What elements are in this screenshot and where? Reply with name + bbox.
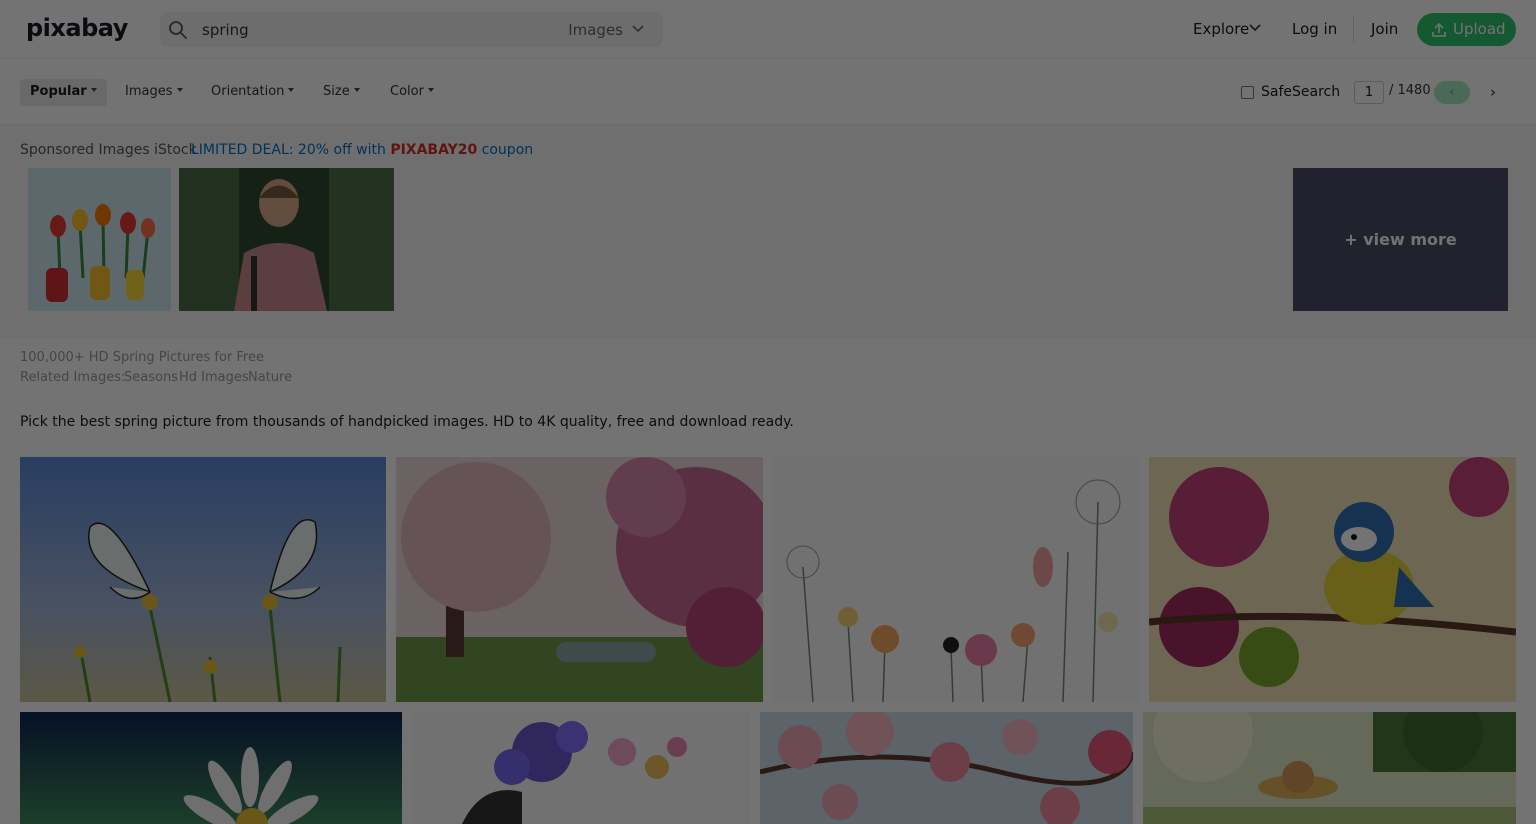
coupon-code: PIXABAY20 xyxy=(390,142,478,158)
search-icon xyxy=(169,21,187,39)
view-more-button[interactable]: + view more xyxy=(1293,168,1508,311)
nav-join[interactable]: Join xyxy=(1371,20,1398,38)
caret-down-icon xyxy=(353,87,360,92)
caret-down-icon xyxy=(90,87,97,92)
related-tag-hd-images[interactable]: Hd Images xyxy=(179,370,249,385)
deal-suffix: coupon xyxy=(481,142,534,158)
upload-icon xyxy=(1432,22,1446,37)
sponsored-image-tulips[interactable] xyxy=(28,168,171,311)
sponsored-image-hiker[interactable] xyxy=(179,168,394,311)
gallery-image-flower-head[interactable] xyxy=(412,712,750,824)
search-type-dropdown[interactable]: Images xyxy=(568,21,623,39)
filter-images[interactable]: Images xyxy=(115,79,193,106)
search-bar[interactable]: spring Images xyxy=(160,12,663,47)
search-input[interactable]: spring xyxy=(202,21,249,39)
upload-button[interactable]: Upload xyxy=(1417,13,1516,46)
flower-head-illustration xyxy=(412,712,750,824)
caret-down-icon xyxy=(176,87,183,92)
cherry-blossom-photo xyxy=(760,712,1133,824)
related-tag-seasons[interactable]: Seasons xyxy=(124,370,178,385)
blue-tit-photo xyxy=(1149,457,1516,702)
filter-label: Images xyxy=(125,84,173,99)
upload-label: Upload xyxy=(1453,20,1506,38)
related-images-label: Related Images: xyxy=(20,370,126,385)
daisy-photo xyxy=(20,712,402,824)
gallery-image-magnolia[interactable] xyxy=(396,457,763,702)
filter-label: Popular xyxy=(30,84,87,99)
filter-orientation[interactable]: Orientation xyxy=(201,79,304,106)
nav-explore[interactable]: Explore xyxy=(1193,20,1249,38)
caret-down-icon xyxy=(427,87,434,92)
sponsored-label: Sponsored Images iStock xyxy=(20,142,197,158)
page-number-input[interactable]: 1 xyxy=(1354,81,1384,104)
meadow-woman-photo xyxy=(1143,712,1516,824)
hiker-photo xyxy=(179,168,394,311)
caret-down-icon xyxy=(288,87,295,92)
gallery-image-meadow-woman[interactable] xyxy=(1143,712,1516,824)
sponsored-section: Sponsored Images iStock LIMITED DEAL: 20… xyxy=(0,125,1536,339)
safesearch-checkbox[interactable] xyxy=(1241,86,1254,99)
chevron-down-icon[interactable] xyxy=(1249,22,1261,34)
watercolor-flowers-illustration xyxy=(773,457,1139,702)
gallery-image-watercolor-flowers[interactable] xyxy=(773,457,1139,702)
filter-popular[interactable]: Popular xyxy=(20,79,107,106)
filter-label: Color xyxy=(390,84,424,99)
deal-prefix: LIMITED DEAL: 20% off with xyxy=(191,142,386,158)
page-total: / 1480 xyxy=(1389,83,1431,98)
filter-size[interactable]: Size xyxy=(313,79,370,106)
filter-label: Orientation xyxy=(211,84,285,99)
nav-divider xyxy=(1353,16,1354,43)
nav-login[interactable]: Log in xyxy=(1292,20,1337,38)
chevron-down-icon[interactable] xyxy=(631,22,645,36)
filter-label: Size xyxy=(323,84,350,99)
next-page-button[interactable]: › xyxy=(1490,83,1496,101)
pixabay-logo[interactable]: pixabay xyxy=(26,14,128,42)
gallery-image-daisy[interactable] xyxy=(20,712,402,824)
related-tag-nature[interactable]: Nature xyxy=(248,370,292,385)
top-header: pixabay spring Images Explore Log in Joi… xyxy=(0,0,1536,59)
prev-page-button[interactable]: ‹ xyxy=(1434,81,1470,104)
gallery-image-butterflies[interactable] xyxy=(20,457,386,702)
page-description: Pick the best spring picture from thousa… xyxy=(20,414,794,430)
gallery-image-cherry-blossom[interactable] xyxy=(760,712,1133,824)
coupon-deal-link[interactable]: LIMITED DEAL: 20% off with PIXABAY20 cou… xyxy=(191,142,533,158)
page-title: 100,000+ HD Spring Pictures for Free xyxy=(20,350,264,365)
magnolia-photo xyxy=(396,457,763,702)
gallery-image-blue-tit[interactable] xyxy=(1149,457,1516,702)
safesearch-label[interactable]: SafeSearch xyxy=(1261,84,1340,100)
tulips-illustration xyxy=(28,168,171,311)
butterflies-photo xyxy=(20,457,386,702)
filter-color[interactable]: Color xyxy=(380,79,444,106)
